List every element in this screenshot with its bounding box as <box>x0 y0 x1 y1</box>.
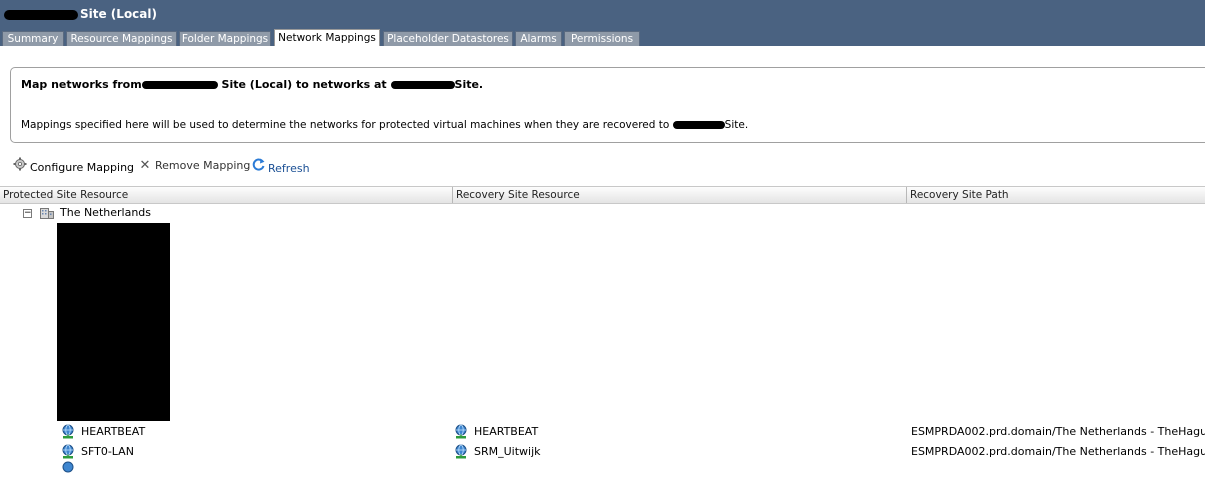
column-header-protected[interactable]: Protected Site Resource <box>0 187 453 203</box>
network-icon <box>455 444 467 459</box>
tree-node-label[interactable]: The Netherlands <box>60 206 151 219</box>
recovery-site-path: ESMPRDA002.prd.domain/The Netherlands - … <box>911 425 1205 438</box>
tab-placeholder-datastores[interactable]: Placeholder Datastores <box>383 31 513 46</box>
recovery-site-path: ESMPRDA002.prd.domain/The Netherlands - … <box>911 445 1205 458</box>
column-header-recovery[interactable]: Recovery Site Resource <box>453 187 907 203</box>
tab-resource-mappings[interactable]: Resource Mappings <box>66 31 177 46</box>
window-header: Site (Local) Summary Resource Mappings F… <box>0 0 1205 46</box>
tab-alarms[interactable]: Alarms <box>515 31 562 46</box>
protected-network-name: SFT0-LAN <box>81 445 134 458</box>
recovery-network-name: SRM_Uitwijk <box>474 445 541 458</box>
close-icon: ✕ <box>139 158 151 173</box>
datacenter-icon <box>40 208 54 219</box>
toolbar: Configure Mapping ✕ Remove Mapping Refres… <box>0 157 400 175</box>
protected-network-name: HEARTBEAT <box>81 425 146 438</box>
tab-permissions[interactable]: Permissions <box>564 31 640 46</box>
tab-folder-mappings[interactable]: Folder Mappings <box>179 31 271 46</box>
configure-mapping-icon <box>12 157 28 177</box>
redacted-network-list <box>57 223 170 421</box>
tab-network-mappings[interactable]: Network Mappings <box>274 29 380 46</box>
column-header-path[interactable]: Recovery Site Path <box>907 187 1205 203</box>
network-icon <box>62 461 74 473</box>
refresh-button[interactable]: Refresh <box>250 157 310 175</box>
column-header-row: Protected Site Resource Recovery Site Re… <box>0 186 1205 204</box>
network-icon <box>455 424 467 439</box>
network-icon <box>62 444 74 459</box>
refresh-icon <box>250 157 266 178</box>
recovery-network-name: HEARTBEAT <box>474 425 539 438</box>
redacted-site-name <box>141 81 218 89</box>
table-row[interactable]: HEARTBEAT HEARTBEAT ESMPRDA002.prd.domai… <box>0 423 1205 441</box>
redacted-site-name <box>4 9 78 20</box>
info-title: Map networks from Site (Local) to networ… <box>21 78 484 91</box>
info-description: Mappings specified here will be used to … <box>21 119 749 131</box>
collapse-toggle[interactable]: − <box>23 209 32 218</box>
mapping-tree: − The Netherlands HEARTBEAT HEARTBEAT ES… <box>0 203 1205 473</box>
info-panel: Map networks from Site (Local) to networ… <box>10 67 1205 143</box>
title-suffix: Site (Local) <box>80 7 157 21</box>
window-title: Site (Local) <box>4 7 157 21</box>
network-icon <box>62 424 74 439</box>
tab-summary[interactable]: Summary <box>2 31 64 46</box>
table-row[interactable]: SFT0-LAN SRM_Uitwijk ESMPRDA002.prd.doma… <box>0 443 1205 461</box>
redacted-site-name <box>390 81 455 89</box>
remove-mapping-button[interactable]: ✕ Remove Mapping <box>137 157 251 175</box>
redacted-site-name <box>672 121 725 129</box>
configure-mapping-button[interactable]: Configure Mapping <box>12 157 134 175</box>
